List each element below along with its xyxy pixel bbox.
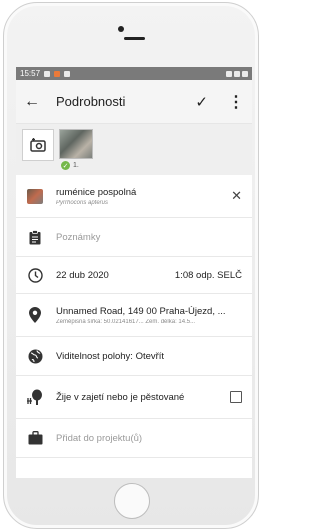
add-photo-button[interactable] <box>22 129 54 161</box>
map-pin-icon <box>29 307 41 323</box>
front-camera <box>118 26 124 32</box>
clock-icon <box>27 267 43 283</box>
home-button[interactable] <box>114 483 150 519</box>
briefcase-icon <box>28 431 42 445</box>
date-row[interactable]: 22 dub 2020 1:08 odp. SELČ <box>16 257 252 294</box>
photo-upload-status: ✓ 1. <box>61 161 79 170</box>
observation-time: 1:08 odp. SELČ <box>174 269 242 281</box>
location-row[interactable]: Unnamed Road, 149 00 Praha-Újezd, ... Ze… <box>16 294 252 337</box>
photo-count: 1. <box>73 162 79 169</box>
battery-icon <box>242 70 248 77</box>
app-notification-icon <box>54 70 61 77</box>
geoprivacy-row[interactable]: Viditelnost polohy: Otevřít <box>16 337 252 376</box>
project-row[interactable]: Přidat do projektu(ů) <box>16 419 252 458</box>
status-time: 15:57 <box>20 69 41 78</box>
notification-icon-2 <box>64 70 71 77</box>
captive-row[interactable]: Žije v zajetí nebo je pěstované <box>16 376 252 419</box>
location-address: Unnamed Road, 149 00 Praha-Újezd, ... <box>56 305 226 317</box>
species-row[interactable]: ruménice pospolná Pyrrhocoris apterus ✕ <box>16 175 252 218</box>
observation-date: 22 dub 2020 <box>56 269 109 281</box>
species-thumbnail <box>27 188 43 204</box>
species-common-name: ruménice pospolná <box>56 186 137 198</box>
phone-frame: 15:57 ← Podrobnosti ✓ ⋮ ✓ 1. ruménice po… <box>3 2 259 529</box>
clipboard-icon <box>29 229 41 244</box>
close-icon[interactable]: ✕ <box>231 188 242 204</box>
check-icon[interactable]: ✓ <box>195 93 208 111</box>
check-circle-icon: ✓ <box>61 161 70 170</box>
species-scientific-name: Pyrrhocoris apterus <box>56 199 109 206</box>
screen: 15:57 ← Podrobnosti ✓ ⋮ ✓ 1. ruménice po… <box>16 67 252 478</box>
notes-row[interactable]: Poznámky <box>16 218 252 257</box>
geoprivacy-label: Viditelnost polohy: Otevřít <box>56 350 165 362</box>
earpiece-speaker <box>124 37 145 40</box>
notification-icon <box>44 70 51 77</box>
photo-strip: ✓ 1. <box>16 124 252 175</box>
globe-icon <box>28 349 42 363</box>
location-coordinates: Zeměpisná šířka: 50.02141617... Zem. dél… <box>56 318 196 325</box>
wifi-icon <box>226 70 232 77</box>
more-vertical-icon[interactable]: ⋮ <box>228 92 244 112</box>
app-bar: ← Podrobnosti ✓ ⋮ <box>16 80 252 124</box>
signal-icon <box>234 70 240 77</box>
captive-plant-icon <box>27 389 42 405</box>
captive-checkbox[interactable] <box>230 391 242 403</box>
photo-item[interactable]: ✓ 1. <box>59 129 93 170</box>
status-bar: 15:57 <box>16 67 252 80</box>
add-photo-icon <box>30 138 46 152</box>
notes-field[interactable]: Poznámky <box>56 232 242 243</box>
photo-thumbnail[interactable] <box>59 129 93 159</box>
page-title: Podrobnosti <box>56 94 126 109</box>
arrow-left-icon[interactable]: ← <box>24 93 46 111</box>
add-to-project-field[interactable]: Přidat do projektu(ů) <box>56 433 242 444</box>
captive-label: Žije v zajetí nebo je pěstované <box>56 391 185 403</box>
